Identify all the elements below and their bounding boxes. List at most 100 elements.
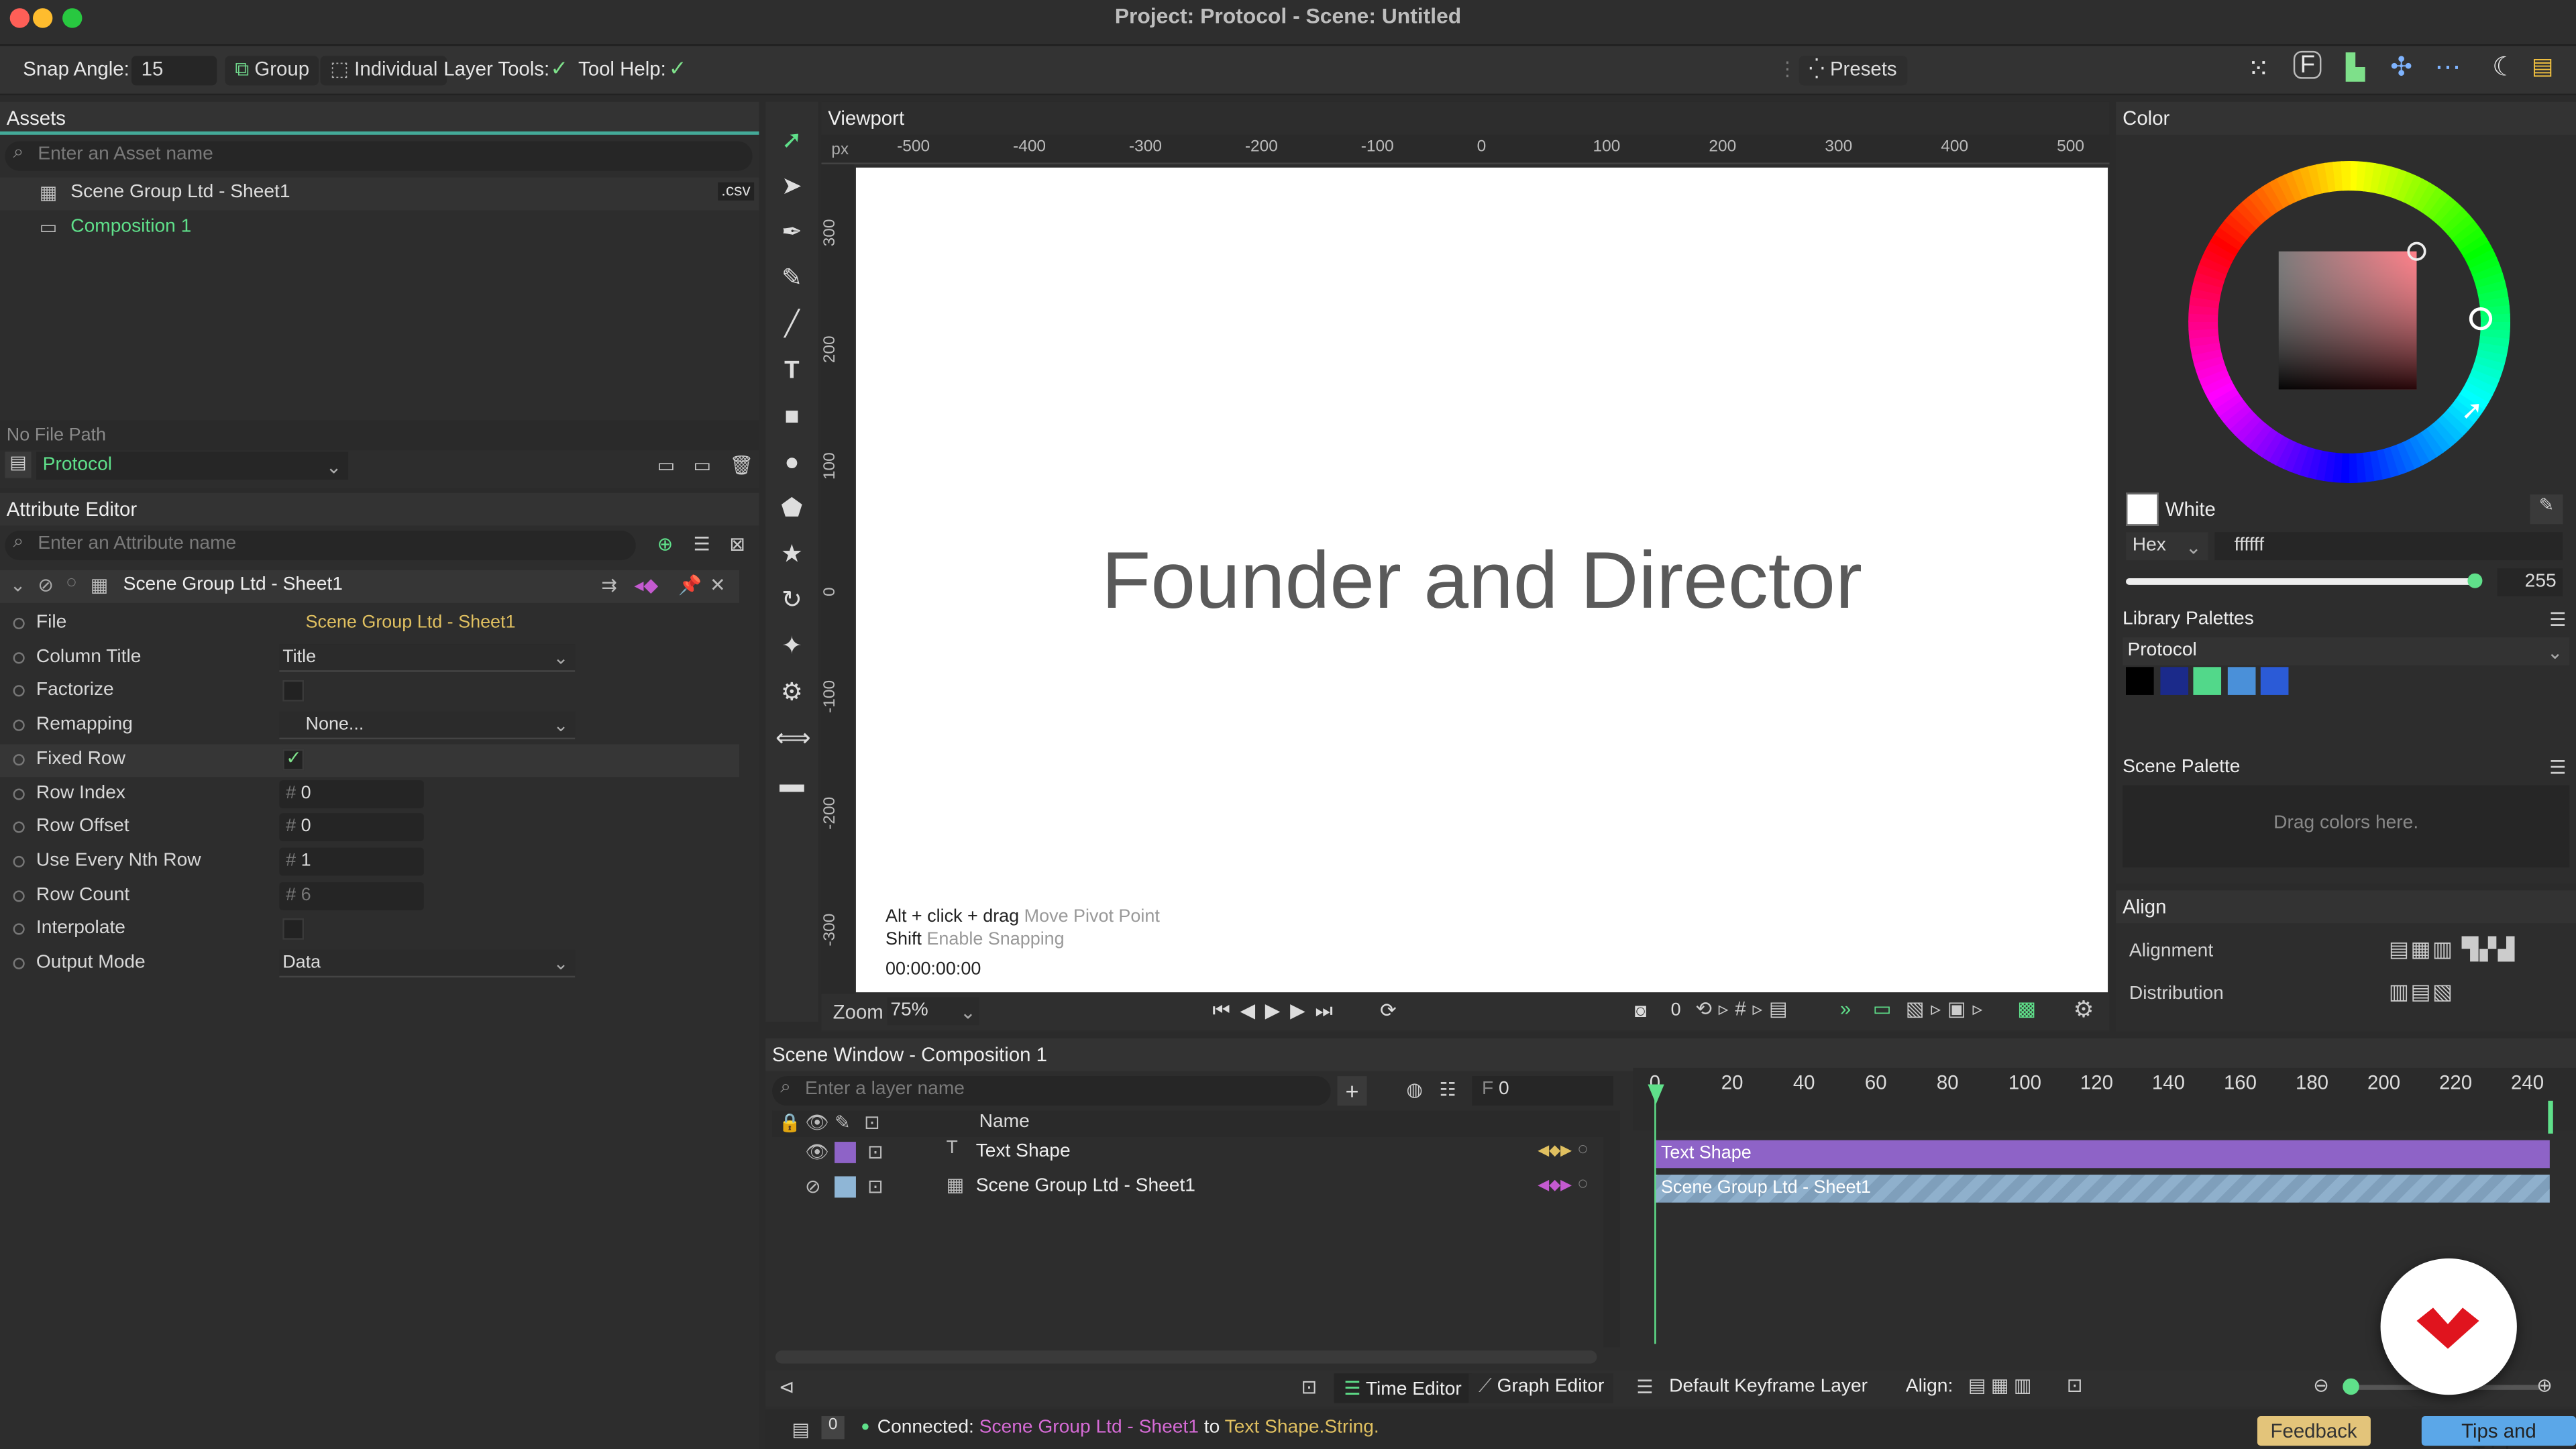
canvas-text-shape[interactable]: Founder and Director xyxy=(856,535,2108,627)
keyframe-icon[interactable]: ◀◆▶ xyxy=(1538,1176,1572,1194)
pin-icon[interactable]: 📌 xyxy=(678,574,702,596)
direct-select-tool-icon[interactable]: ➤ xyxy=(775,171,808,204)
eyedropper-icon[interactable]: ✎ xyxy=(2530,494,2563,525)
keyframe-icon[interactable]: ◂◆ xyxy=(634,574,658,596)
loop-icon[interactable]: ⟳ xyxy=(1380,999,1397,1022)
attribute-number-input[interactable]: # 0 xyxy=(279,780,424,808)
eye-icon[interactable]: 👁 xyxy=(805,1111,829,1133)
camera-icon[interactable]: ◙ xyxy=(1635,999,1647,1022)
frame-input[interactable]: F 0 xyxy=(1472,1076,1613,1106)
gear-tool-icon[interactable]: ⚙ xyxy=(775,677,808,710)
asset-item-csv[interactable]: ▦ Scene Group Ltd - Sheet1 .csv xyxy=(0,177,759,211)
console-icon[interactable]: ▤ xyxy=(792,1417,810,1440)
palette-swatch[interactable] xyxy=(2226,667,2255,695)
resize-tool-icon[interactable]: ⟺ xyxy=(775,723,811,756)
track-bar-text-shape[interactable]: Text Shape xyxy=(1656,1140,2550,1169)
locate-icon[interactable]: ⊕ xyxy=(657,532,674,555)
attribute-number-input[interactable]: # 6 xyxy=(279,881,424,910)
asset-item-composition[interactable]: ▭ Composition 1 xyxy=(0,212,759,245)
palette-swatch[interactable] xyxy=(2193,667,2222,695)
sparkle-tool-icon[interactable]: ✦ xyxy=(775,631,808,663)
asset-search-input[interactable]: ⌕ Enter an Asset name xyxy=(5,141,753,171)
arc-tool-icon[interactable]: ↻ xyxy=(775,585,808,618)
mask-icon[interactable]: ◍ xyxy=(1406,1078,1423,1100)
attribute-file-value[interactable]: Scene Group Ltd - Sheet1 xyxy=(306,612,516,632)
zoom-in-icon[interactable]: ⊕ xyxy=(2536,1373,2553,1396)
filter-icon[interactable]: ☰ xyxy=(693,532,710,555)
solo-icon[interactable]: ⊡ xyxy=(867,1175,883,1197)
attribute-row[interactable]: Remapping None... ⌄ xyxy=(0,710,739,743)
layer-list-scrollbar[interactable] xyxy=(1603,1110,1620,1348)
timeline-zoom-handle[interactable] xyxy=(2343,1378,2359,1395)
ellipse-tool-icon[interactable]: ● xyxy=(775,447,808,480)
align-left-icon[interactable]: ▙ xyxy=(2346,52,2365,83)
palette-swatch[interactable] xyxy=(2260,667,2289,695)
attribute-row[interactable]: Fixed Row ✓ xyxy=(0,743,740,777)
palette-swatch[interactable] xyxy=(2126,667,2154,695)
attribute-number-input[interactable]: # 1 xyxy=(279,847,424,876)
palette-swatch[interactable] xyxy=(2159,667,2188,695)
canvas[interactable]: Founder and Director Alt + click + drag … xyxy=(855,167,2108,993)
circle-icon[interactable]: ○ xyxy=(1577,1175,1589,1194)
text-tool-icon[interactable]: T xyxy=(775,355,808,388)
attribute-row[interactable]: Row Offset # 0 xyxy=(0,812,739,845)
layout-icon[interactable]: ▤ xyxy=(2532,52,2553,80)
presets-button[interactable]: ⁛ Presets xyxy=(1799,56,1907,86)
distribution-buttons[interactable]: ▥▤▧ xyxy=(2389,979,2455,1006)
end-marker[interactable] xyxy=(2548,1100,2553,1134)
pen-icon[interactable]: ✎ xyxy=(835,1111,851,1133)
alpha-slider-handle[interactable] xyxy=(2467,573,2483,588)
attribute-row[interactable]: Row Count # 6 xyxy=(0,880,739,913)
menu-icon[interactable]: ☰ xyxy=(2549,756,2566,778)
timeline-align-buttons[interactable]: ▤▦▥ xyxy=(1968,1373,2037,1396)
color-mode-select[interactable]: Hex ⌄ xyxy=(2126,532,2208,561)
snap-angle-input[interactable]: 15 xyxy=(131,56,217,86)
alpha-input[interactable]: 255 xyxy=(2497,568,2563,596)
horizontal-scrollbar[interactable] xyxy=(775,1350,1597,1364)
layer-search-input[interactable]: ⌕ Enter a layer name xyxy=(772,1076,1331,1106)
color-wheel[interactable] xyxy=(2188,161,2511,484)
eye-icon[interactable]: 👁 xyxy=(805,1140,829,1163)
project-select[interactable]: Protocol ⌄ xyxy=(36,451,349,480)
chevron-down-icon[interactable]: ⌄ xyxy=(10,574,26,596)
track-bar-sheet[interactable]: Scene Group Ltd - Sheet1 xyxy=(1656,1175,2550,1203)
zoom-out-icon[interactable]: ⊖ xyxy=(2313,1373,2329,1396)
attribute-select[interactable]: Data ⌄ xyxy=(279,949,576,978)
attribute-number-input[interactable]: # 0 xyxy=(279,813,424,842)
tool-help-checkbox[interactable]: ✓ xyxy=(669,56,687,82)
clear-icon[interactable]: ⊠ xyxy=(729,532,745,555)
library-palette-select[interactable]: Protocol ⌄ xyxy=(2123,637,2570,665)
visibility-check-icon[interactable]: ⊘ xyxy=(38,574,54,596)
tips-and-tricks-button[interactable]: Tips and Tricks xyxy=(2421,1416,2576,1449)
settings-gear-icon[interactable]: ⚙ xyxy=(2074,996,2094,1024)
trash-icon[interactable]: 🗑 xyxy=(729,453,753,476)
feedback-button[interactable]: Feedback xyxy=(2257,1416,2371,1446)
layer-row[interactable]: 👁 ⊡ T Text Shape ◀◆▶ ○ xyxy=(772,1137,1603,1170)
folder-icon[interactable]: ▭ xyxy=(657,453,676,476)
attribute-checkbox[interactable] xyxy=(282,918,305,941)
dots-line-icon[interactable]: ⋯ xyxy=(2434,51,2461,84)
overlay-icons[interactable]: ▧▹▣▹ xyxy=(1906,998,1989,1020)
group-toggle[interactable]: ⧉ Group xyxy=(225,56,319,86)
keyframe-layer-label[interactable]: Default Keyframe Layer xyxy=(1669,1377,1868,1396)
attribute-row[interactable]: Interpolate xyxy=(0,914,739,947)
current-color-swatch[interactable] xyxy=(2126,492,2159,526)
attribute-row[interactable]: File Scene Group Ltd - Sheet1 xyxy=(0,608,739,641)
attribute-row[interactable]: Factorize xyxy=(0,676,739,708)
attribute-select[interactable]: Title ⌄ xyxy=(279,643,576,672)
scene-palette-dropzone[interactable]: Drag colors here. xyxy=(2123,785,2570,868)
checker-icon[interactable]: ▩ xyxy=(2017,998,2036,1020)
attribute-checkbox[interactable]: ✓ xyxy=(282,749,305,771)
lock-icon[interactable]: 🔒 xyxy=(779,1112,802,1133)
layer-color-swatch[interactable] xyxy=(835,1142,856,1163)
layer-row[interactable]: ⊘ ⊡ ▦ Scene Group Ltd - Sheet1 ◀◆▶ ○ xyxy=(772,1171,1603,1204)
alignment-buttons[interactable]: ▤▦▥ ▜▞▟ xyxy=(2389,936,2516,963)
attribute-row[interactable]: Use Every Nth Row # 1 xyxy=(0,846,739,879)
solo-icon[interactable]: ⊡ xyxy=(864,1111,880,1133)
app-logo-badge[interactable] xyxy=(2380,1258,2517,1395)
time-editor-tab[interactable]: ☰ Time Editor xyxy=(1334,1373,1472,1403)
attribute-node-header[interactable]: ⌄ ⊘ ○ ▦ Scene Group Ltd - Sheet1 ⇉ ◂◆ 📌 … xyxy=(0,570,740,603)
line-tool-icon[interactable]: ╱ xyxy=(775,309,808,341)
pill-tool-icon[interactable]: ▬ xyxy=(775,769,808,802)
keyframe-icon[interactable]: ◀◆▶ xyxy=(1538,1142,1572,1160)
